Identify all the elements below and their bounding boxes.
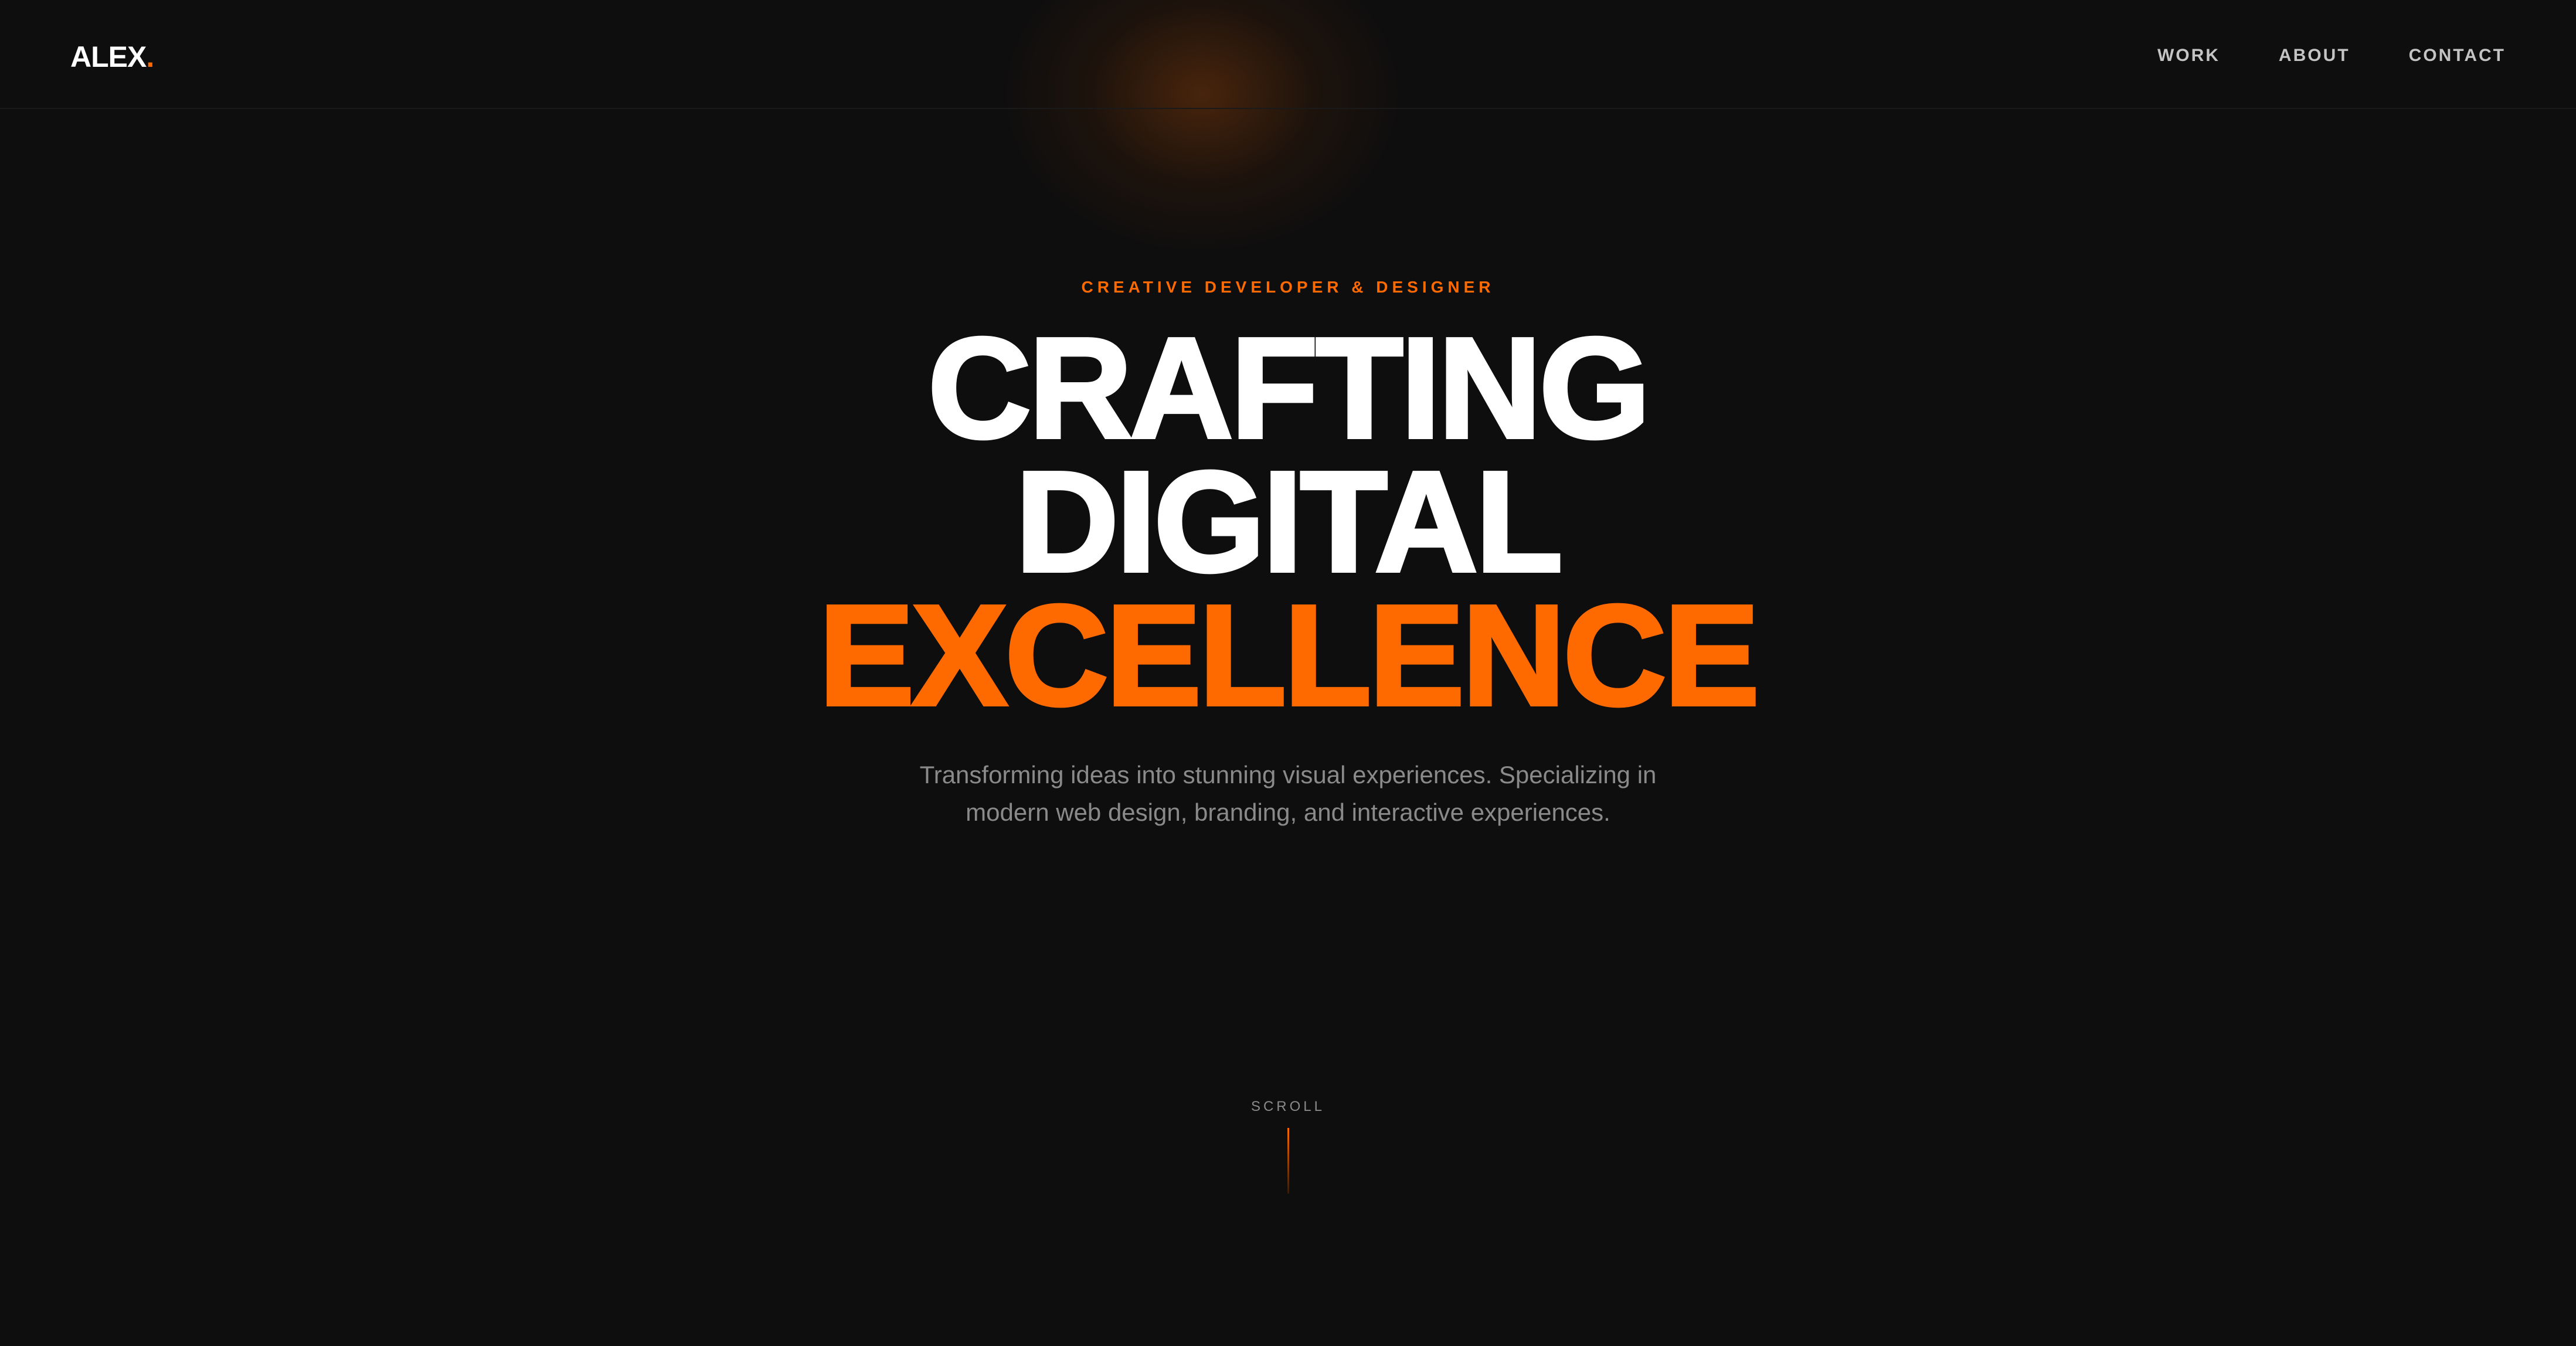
- hero-eyebrow: CREATIVE DEVELOPER & DESIGNER: [1081, 278, 1495, 296]
- nav-link-work[interactable]: WORK: [2157, 45, 2220, 67]
- brand-name: ALEX: [70, 40, 147, 73]
- site-header: ALEX. WORK ABOUT CONTACT: [0, 0, 2576, 109]
- main-nav: WORK ABOUT CONTACT: [2157, 45, 2506, 67]
- headline-line-2: DIGITAL: [1014, 441, 1565, 601]
- scroll-line-indicator: [1287, 1128, 1289, 1194]
- headline-line-3: EXCELLENCE: [817, 575, 1761, 735]
- hero-headline: CRAFTING DIGITAL EXCELLENCE: [0, 308, 2576, 735]
- brand-dot: .: [146, 40, 154, 73]
- nav-link-about[interactable]: ABOUT: [2279, 45, 2350, 67]
- scroll-label[interactable]: SCROLL: [0, 1097, 2576, 1116]
- headline-line-1: CRAFTING: [926, 308, 1653, 468]
- nav-link-contact[interactable]: CONTACT: [2409, 45, 2506, 67]
- brand-logo[interactable]: ALEX.: [70, 36, 154, 77]
- hero-subtitle: Transforming ideas into stunning visual …: [919, 761, 1657, 826]
